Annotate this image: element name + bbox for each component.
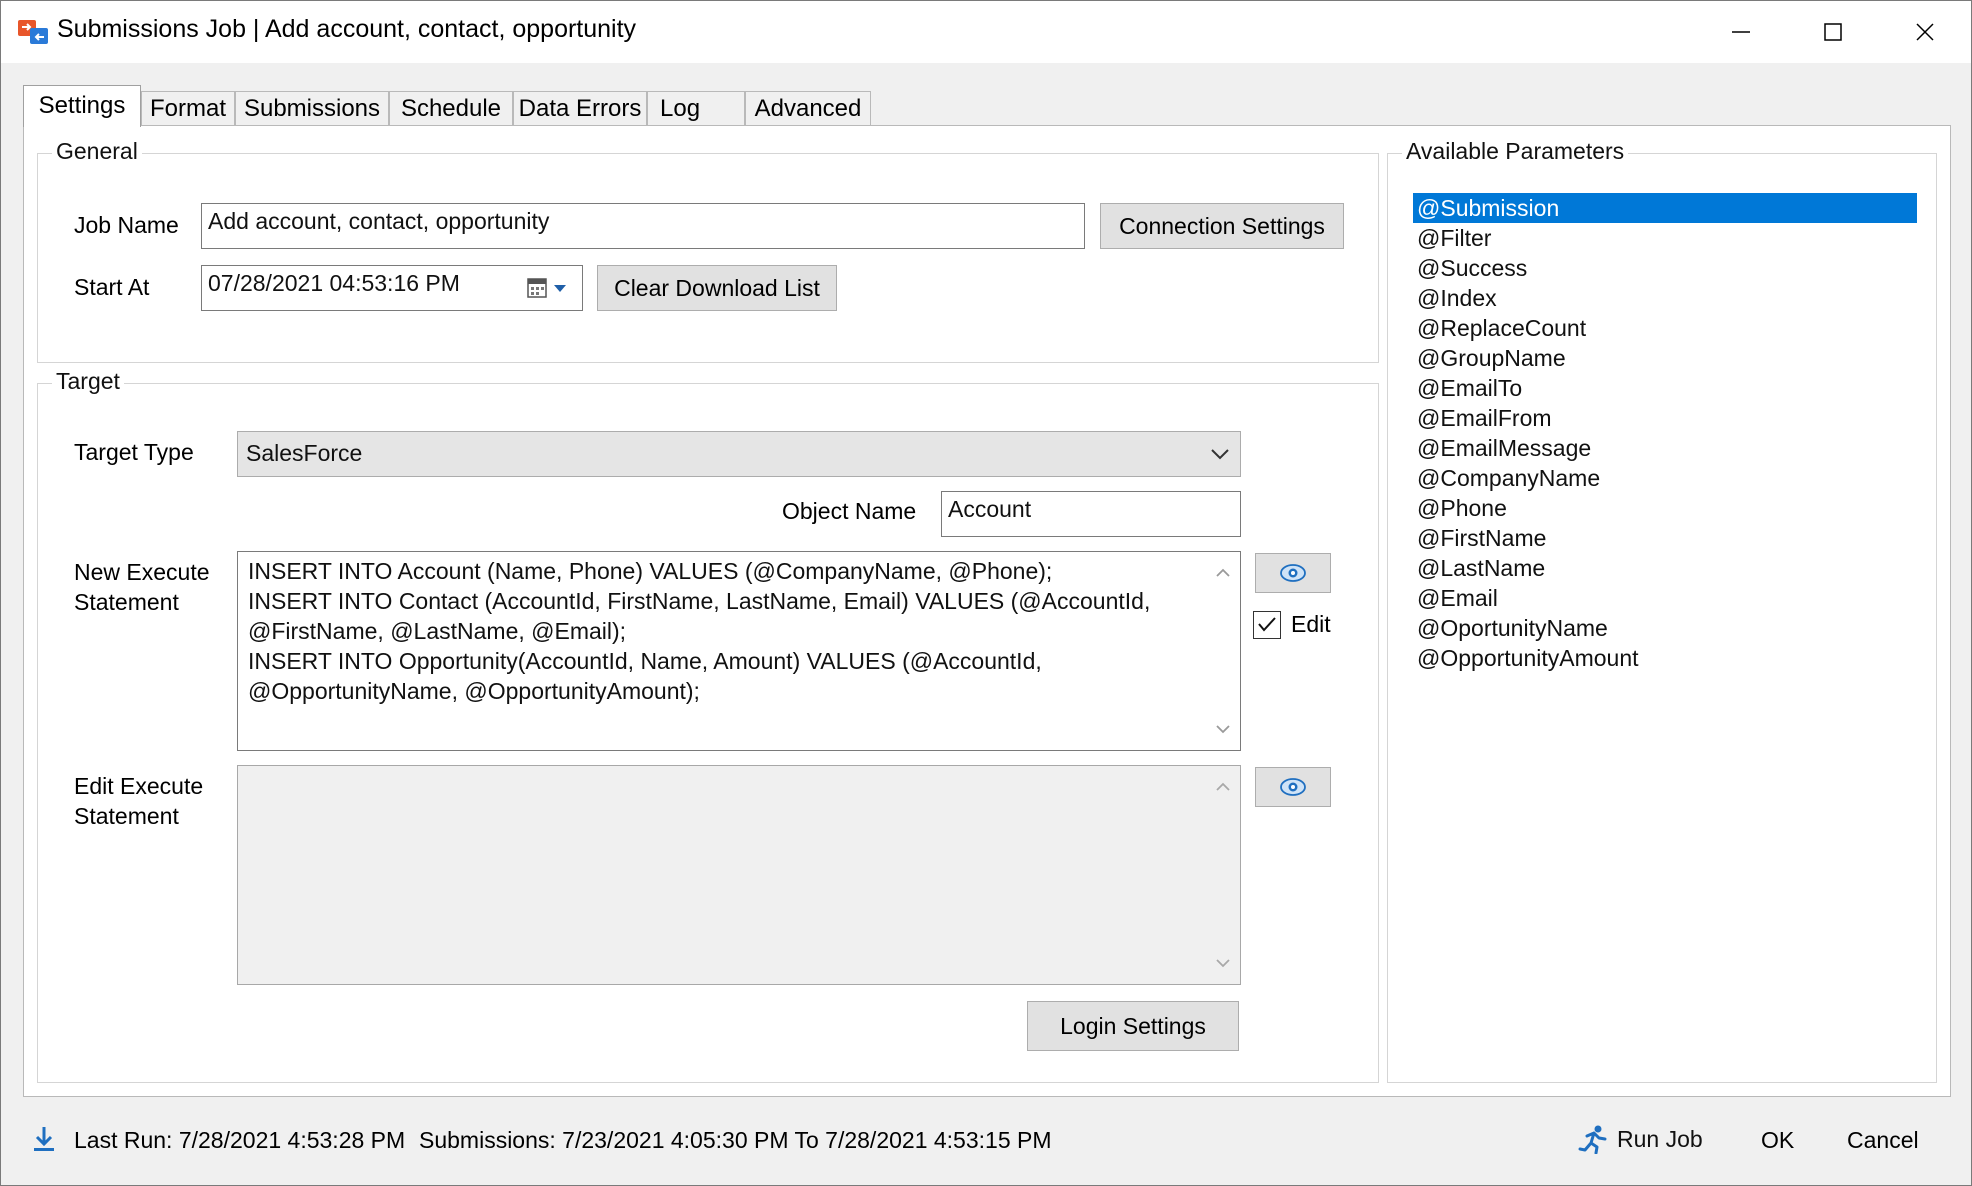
maximize-icon xyxy=(1824,23,1842,41)
target-legend: Target xyxy=(52,368,124,395)
clear-download-list-button[interactable]: Clear Download List xyxy=(597,265,837,311)
list-item[interactable]: @LastName xyxy=(1413,553,1917,583)
list-item[interactable]: @EmailFrom xyxy=(1413,403,1917,433)
running-person-icon xyxy=(1578,1125,1607,1154)
eye-icon xyxy=(1280,778,1306,796)
scroll-up-icon xyxy=(1216,782,1230,791)
close-button[interactable] xyxy=(1879,1,1971,63)
target-type-select[interactable]: SalesForce xyxy=(237,431,1241,477)
start-at-value: 07/28/2021 04:53:16 PM xyxy=(208,270,460,296)
job-name-label: Job Name xyxy=(74,212,179,238)
tab-log[interactable]: Log xyxy=(647,91,745,125)
maximize-button[interactable] xyxy=(1787,1,1879,63)
statement-line: INSERT INTO Opportunity(AccountId, Name,… xyxy=(248,648,1042,674)
last-run-text: Last Run: 7/28/2021 4:53:28 PM xyxy=(74,1127,406,1153)
object-name-input[interactable]: Account xyxy=(941,491,1241,537)
list-item[interactable]: @FirstName xyxy=(1413,523,1917,553)
start-at-datepicker[interactable]: 07/28/2021 04:53:16 PM xyxy=(201,265,583,311)
list-item[interactable]: @Filter xyxy=(1413,223,1917,253)
list-item[interactable]: @Phone xyxy=(1413,493,1917,523)
list-item[interactable]: @EmailMessage xyxy=(1413,433,1917,463)
list-item[interactable]: @Index xyxy=(1413,283,1917,313)
submissions-range-text: Submissions: 7/23/2021 4:05:30 PM To 7/2… xyxy=(419,1127,1052,1153)
scroll-down-icon[interactable] xyxy=(1214,720,1232,738)
edit-execute-label-line1: Edit Execute xyxy=(74,773,204,799)
list-item[interactable]: @Submission xyxy=(1413,193,1917,223)
tab-data-errors[interactable]: Data Errors xyxy=(513,91,647,125)
list-item[interactable]: @OpportunityAmount xyxy=(1413,643,1917,673)
scroll-up-icon[interactable] xyxy=(1214,564,1232,582)
preview-edit-statement-button[interactable] xyxy=(1255,767,1331,807)
login-settings-button[interactable]: Login Settings xyxy=(1027,1001,1239,1051)
cancel-button[interactable]: Cancel xyxy=(1847,1127,1919,1154)
tab-submissions[interactable]: Submissions xyxy=(235,91,389,125)
list-item[interactable]: @GroupName xyxy=(1413,343,1917,373)
run-job-label: Run Job xyxy=(1617,1125,1703,1152)
tab-advanced[interactable]: Advanced xyxy=(745,91,871,125)
edit-execute-statement-textarea xyxy=(237,765,1241,985)
preview-new-statement-button[interactable] xyxy=(1255,553,1331,593)
title-bar: Submissions Job | Add account, contact, … xyxy=(1,1,1971,63)
new-execute-statement-textarea[interactable]: INSERT INTO Account (Name, Phone) VALUES… xyxy=(237,551,1241,751)
tab-settings[interactable]: Settings xyxy=(23,85,141,127)
statement-line: @FirstName, @LastName, @Email); xyxy=(248,618,627,644)
new-execute-label-line2: Statement xyxy=(74,589,179,615)
app-transfer-icon xyxy=(18,20,48,44)
edit-checkbox[interactable] xyxy=(1253,611,1281,639)
list-item[interactable]: @OportunityName xyxy=(1413,613,1917,643)
connection-settings-button[interactable]: Connection Settings xyxy=(1100,203,1344,249)
start-at-label: Start At xyxy=(74,274,150,300)
window-title: Submissions Job | Add account, contact, … xyxy=(57,15,637,43)
tab-schedule[interactable]: Schedule xyxy=(389,91,513,125)
vertical-scrollbar xyxy=(1208,768,1238,982)
close-icon xyxy=(1916,23,1934,41)
new-execute-label-line1: New Execute xyxy=(74,559,210,585)
list-item[interactable]: @Success xyxy=(1413,253,1917,283)
run-job-button[interactable]: Run Job xyxy=(1577,1121,1703,1157)
eye-icon xyxy=(1280,564,1306,582)
list-item[interactable]: @CompanyName xyxy=(1413,463,1917,493)
edit-execute-label-line2: Statement xyxy=(74,803,179,829)
tab-format[interactable]: Format xyxy=(141,91,235,125)
ok-button[interactable]: OK xyxy=(1761,1127,1794,1154)
statement-line: @OpportunityName, @OpportunityAmount); xyxy=(248,678,700,704)
target-type-value: SalesForce xyxy=(246,440,363,466)
job-name-input[interactable]: Add account, contact, opportunity xyxy=(201,203,1085,249)
list-item[interactable]: @EmailTo xyxy=(1413,373,1917,403)
calendar-dropdown-icon[interactable] xyxy=(526,276,572,300)
status-bar: Last Run: 7/28/2021 4:53:28 PM Submissio… xyxy=(1,1111,1971,1167)
statement-line: INSERT INTO Account (Name, Phone) VALUES… xyxy=(248,558,1053,584)
list-item[interactable]: @Email xyxy=(1413,583,1917,613)
object-name-label: Object Name xyxy=(782,498,917,524)
edit-checkbox-label[interactable]: Edit xyxy=(1291,611,1331,638)
list-item[interactable]: @ReplaceCount xyxy=(1413,313,1917,343)
download-icon xyxy=(34,1127,54,1151)
vertical-scrollbar[interactable] xyxy=(1208,554,1238,748)
dialog-window: Submissions Job | Add account, contact, … xyxy=(0,0,1972,1186)
parameter-list[interactable]: @Submission @Filter @Success @Index @Rep… xyxy=(1413,193,1917,673)
scroll-down-icon xyxy=(1216,959,1230,968)
statement-line: INSERT INTO Contact (AccountId, FirstNam… xyxy=(248,588,1151,614)
target-type-label: Target Type xyxy=(74,439,194,465)
general-legend: General xyxy=(52,138,142,165)
chevron-down-icon xyxy=(1211,449,1229,460)
minimize-button[interactable] xyxy=(1695,1,1787,63)
available-parameters-legend: Available Parameters xyxy=(1402,138,1629,165)
checkmark-icon xyxy=(1258,617,1276,632)
minimize-icon xyxy=(1732,31,1750,33)
general-group: General xyxy=(37,138,1379,363)
